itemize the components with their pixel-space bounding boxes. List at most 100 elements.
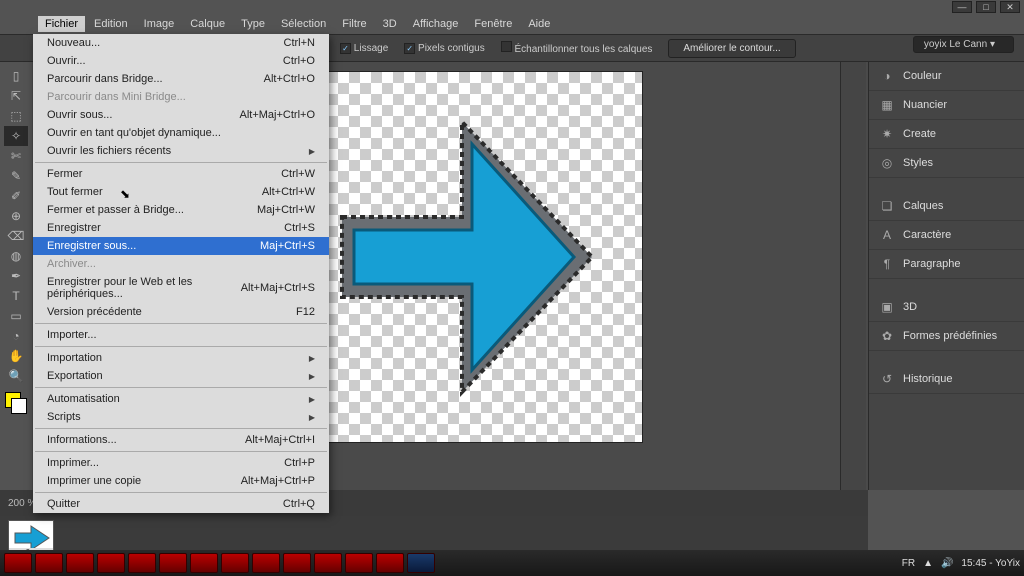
task-2[interactable] <box>66 553 94 573</box>
menu-fichier[interactable]: Fichier <box>38 16 85 32</box>
tool-1[interactable]: ⇱ <box>4 86 28 106</box>
menu-item-enregistrer-pour-le-web-et-les-p-riph-riques[interactable]: Enregistrer pour le Web et les périphéri… <box>33 273 329 303</box>
artwork-arrow <box>322 102 602 412</box>
panel-couleur[interactable]: ◑Couleur <box>869 62 1024 91</box>
tray-time[interactable]: 15:45 - YoYix <box>961 558 1020 569</box>
opt-echant[interactable]: Échantillonner tous les calques <box>501 41 653 55</box>
task-3[interactable] <box>97 553 125 573</box>
menu-calque[interactable]: Calque <box>183 16 232 32</box>
menu-item-ouvrir-sous[interactable]: Ouvrir sous...Alt+Maj+Ctrl+O <box>33 106 329 124</box>
menu-item-ouvrir[interactable]: Ouvrir...Ctrl+O <box>33 52 329 70</box>
menu-item-tout-fermer[interactable]: Tout fermerAlt+Ctrl+W <box>33 183 329 201</box>
menu-edition[interactable]: Edition <box>87 16 135 32</box>
workspace-switcher[interactable]: yoyix Le Cann ▾ <box>913 36 1014 53</box>
menu-item-enregistrer-sous[interactable]: Enregistrer sous...Maj+Ctrl+S <box>33 237 329 255</box>
menu-item-scripts[interactable]: Scripts <box>33 408 329 426</box>
task-8[interactable] <box>252 553 280 573</box>
tray-lang[interactable]: FR <box>902 558 915 569</box>
task-6[interactable] <box>190 553 218 573</box>
tool-9[interactable]: ◍ <box>4 246 28 266</box>
tray-flag-icon[interactable]: ▲ <box>923 558 933 569</box>
task-9[interactable] <box>283 553 311 573</box>
task-7[interactable] <box>221 553 249 573</box>
panel-icon: ↺ <box>879 371 895 387</box>
menu-item-fermer[interactable]: FermerCtrl+W <box>33 165 329 183</box>
tool-13[interactable]: ◔ <box>4 326 28 346</box>
tool-15[interactable]: 🔍 <box>4 366 28 386</box>
menu-affichage[interactable]: Affichage <box>406 16 466 32</box>
menu-item-parcourir-dans-bridge[interactable]: Parcourir dans Bridge...Alt+Ctrl+O <box>33 70 329 88</box>
task-1[interactable] <box>35 553 63 573</box>
panel-calques[interactable]: ❏Calques <box>869 192 1024 221</box>
tool-11[interactable]: T <box>4 286 28 306</box>
tool-6[interactable]: ✐ <box>4 186 28 206</box>
tool-14[interactable]: ✋ <box>4 346 28 366</box>
menu-filtre[interactable]: Filtre <box>335 16 373 32</box>
panel-icon: ◑ <box>879 68 895 84</box>
menu-item-quitter[interactable]: QuitterCtrl+Q <box>33 495 329 513</box>
panel-nuancier[interactable]: ▦Nuancier <box>869 91 1024 120</box>
task-photoshop[interactable] <box>407 553 435 573</box>
opt-lissage[interactable]: ✓ Lissage <box>340 43 388 54</box>
tool-5[interactable]: ✎ <box>4 166 28 186</box>
color-swatches[interactable] <box>5 392 27 414</box>
task-11[interactable] <box>345 553 373 573</box>
menu-item-version-pr-c-dente[interactable]: Version précédenteF12 <box>33 303 329 321</box>
windows-taskbar: FR ▲ 🔊 15:45 - YoYix <box>0 550 1024 576</box>
menu-sélection[interactable]: Sélection <box>274 16 333 32</box>
panel-icon: ▦ <box>879 97 895 113</box>
menu-item-automatisation[interactable]: Automatisation <box>33 390 329 408</box>
tool-2[interactable]: ⬚ <box>4 106 28 126</box>
tool-10[interactable]: ✒ <box>4 266 28 286</box>
tray-volume-icon[interactable]: 🔊 <box>941 558 953 569</box>
panel-historique[interactable]: ↺Historique <box>869 365 1024 394</box>
panel-3d[interactable]: ▣3D <box>869 293 1024 322</box>
tool-12[interactable]: ▭ <box>4 306 28 326</box>
menu-item-imprimer-une-copie[interactable]: Imprimer une copieAlt+Maj+Ctrl+P <box>33 472 329 490</box>
tool-7[interactable]: ⊕ <box>4 206 28 226</box>
menu-item-exportation[interactable]: Exportation <box>33 367 329 385</box>
start-button[interactable] <box>4 553 32 573</box>
panel-icon: ❏ <box>879 198 895 214</box>
menu-aide[interactable]: Aide <box>521 16 557 32</box>
collapsed-dock <box>840 62 866 490</box>
panel-styles[interactable]: ◎Styles <box>869 149 1024 178</box>
panel-create[interactable]: ✷Create <box>869 120 1024 149</box>
menu-type[interactable]: Type <box>234 16 272 32</box>
menu-item-imprimer[interactable]: Imprimer...Ctrl+P <box>33 454 329 472</box>
tool-4[interactable]: ✄ <box>4 146 28 166</box>
ameliorer-contour-button[interactable]: Améliorer le contour... <box>668 39 795 58</box>
tool-8[interactable]: ⌫ <box>4 226 28 246</box>
menu-item-nouveau[interactable]: Nouveau...Ctrl+N <box>33 34 329 52</box>
panel-icon: ◎ <box>879 155 895 171</box>
menu-3d[interactable]: 3D <box>376 16 404 32</box>
tool-0[interactable]: ▯ <box>4 66 28 86</box>
panel-icon: A <box>879 227 895 243</box>
menu-fenêtre[interactable]: Fenêtre <box>467 16 519 32</box>
menu-item-archiver: Archiver... <box>33 255 329 273</box>
menu-item-importer[interactable]: Importer... <box>33 326 329 344</box>
menu-item-parcourir-dans-mini-bridge: Parcourir dans Mini Bridge... <box>33 88 329 106</box>
window-maximize[interactable]: □ <box>976 1 996 13</box>
panel-paragraphe[interactable]: ¶Paragraphe <box>869 250 1024 279</box>
panel-formes-prédéfinies[interactable]: ✿Formes prédéfinies <box>869 322 1024 351</box>
menu-image[interactable]: Image <box>137 16 182 32</box>
panel-caractère[interactable]: ACaractère <box>869 221 1024 250</box>
tool-column: ▯⇱⬚✧✄✎✐⊕⌫◍✒T▭◔✋🔍 <box>0 62 32 490</box>
tool-3[interactable]: ✧ <box>4 126 28 146</box>
window-minimize[interactable]: — <box>952 1 972 13</box>
task-12[interactable] <box>376 553 404 573</box>
panel-icon: ✷ <box>879 126 895 142</box>
menu-item-enregistrer[interactable]: EnregistrerCtrl+S <box>33 219 329 237</box>
task-5[interactable] <box>159 553 187 573</box>
window-close[interactable]: ✕ <box>1000 1 1020 13</box>
menu-item-ouvrir-en-tant-qu-objet-dynamique[interactable]: Ouvrir en tant qu'objet dynamique... <box>33 124 329 142</box>
task-10[interactable] <box>314 553 342 573</box>
menu-item-informations[interactable]: Informations...Alt+Maj+Ctrl+I <box>33 431 329 449</box>
menu-item-ouvrir-les-fichiers-r-cents[interactable]: Ouvrir les fichiers récents <box>33 142 329 160</box>
menu-item-fermer-et-passer-bridge[interactable]: Fermer et passer à Bridge...Maj+Ctrl+W <box>33 201 329 219</box>
task-4[interactable] <box>128 553 156 573</box>
opt-contigus[interactable]: ✓ Pixels contigus <box>404 43 484 54</box>
panel-icon: ▣ <box>879 299 895 315</box>
menu-item-importation[interactable]: Importation <box>33 349 329 367</box>
